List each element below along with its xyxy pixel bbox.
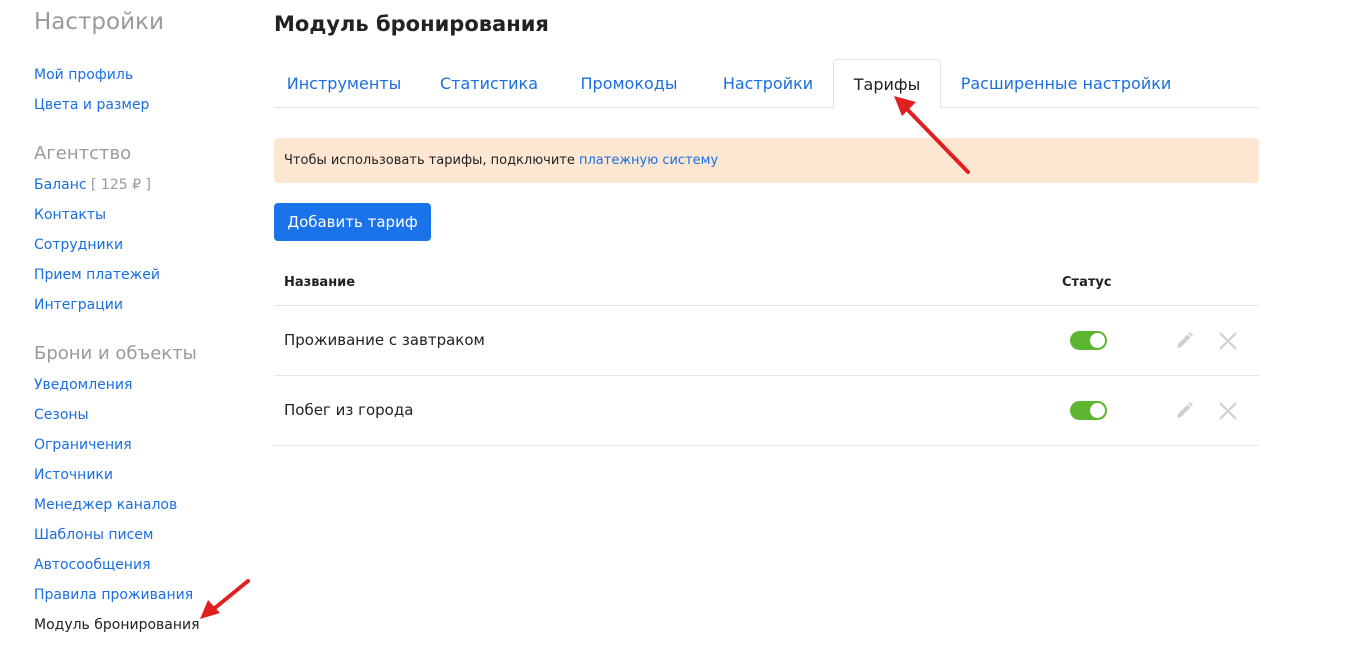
sidebar-item-sources[interactable]: Источники <box>34 465 113 485</box>
status-toggle[interactable] <box>1070 401 1107 420</box>
column-header-status: Статус <box>1062 275 1112 290</box>
payment-notice: Чтобы использовать тарифы, подключите пл… <box>274 138 1259 183</box>
toggle-knob <box>1090 403 1105 418</box>
tab-tariffs[interactable]: Тарифы <box>833 59 941 109</box>
sidebar-item-channel-manager[interactable]: Менеджер каналов <box>34 495 177 515</box>
payment-system-link[interactable]: платежную систему <box>579 153 718 168</box>
sidebar-item-integrations[interactable]: Интеграции <box>34 295 123 315</box>
sidebar-item-balance[interactable]: Баланс [ 125 ₽ ] <box>34 175 151 195</box>
annotation-arrow-icon <box>200 579 250 619</box>
sidebar-item-booking-module[interactable]: Модуль бронирования <box>34 615 200 635</box>
tab-tools[interactable]: Инструменты <box>274 59 414 108</box>
toggle-knob <box>1090 333 1105 348</box>
sidebar-item-auto-messages[interactable]: Автосообщения <box>34 555 150 575</box>
sidebar-item-house-rules[interactable]: Правила проживания <box>34 585 193 605</box>
sidebar-item-restrictions[interactable]: Ограничения <box>34 435 132 455</box>
pencil-icon[interactable] <box>1174 401 1194 421</box>
sidebar-item-email-templates[interactable]: Шаблоны писем <box>34 525 153 545</box>
tariff-name: Проживание с завтраком <box>284 331 485 349</box>
sidebar-item-employees[interactable]: Сотрудники <box>34 235 123 255</box>
settings-page: Настройки Мой профиль Цвета и размер Аге… <box>0 0 1355 656</box>
table-row: Проживание с завтраком <box>274 306 1259 376</box>
sidebar-title: Настройки <box>34 9 164 35</box>
table-row: Побег из города <box>274 376 1259 446</box>
section-title-bookings: Брони и объекты <box>34 343 197 364</box>
sidebar-item-notifications[interactable]: Уведомления <box>34 375 132 395</box>
sidebar-item-seasons[interactable]: Сезоны <box>34 405 89 425</box>
status-toggle[interactable] <box>1070 331 1107 350</box>
section-title-agency: Агентство <box>34 143 132 164</box>
page-title: Модуль бронирования <box>274 12 549 36</box>
balance-value: [ 125 ₽ ] <box>91 177 151 193</box>
table-header: Название Статус <box>274 263 1259 306</box>
tab-promocodes[interactable]: Промокоды <box>564 59 694 108</box>
tab-statistics[interactable]: Статистика <box>424 59 554 108</box>
sidebar-item-contacts[interactable]: Контакты <box>34 205 106 225</box>
pencil-icon[interactable] <box>1174 331 1194 351</box>
sidebar-item-colors-size[interactable]: Цвета и размер <box>34 95 149 115</box>
tab-settings[interactable]: Настройки <box>704 59 832 108</box>
sidebar-item-payments[interactable]: Прием платежей <box>34 265 160 285</box>
close-icon[interactable] <box>1218 401 1238 421</box>
add-tariff-button[interactable]: Добавить тариф <box>274 203 431 241</box>
tab-advanced-settings[interactable]: Расширенные настройки <box>950 59 1182 108</box>
close-icon[interactable] <box>1218 331 1238 351</box>
balance-label: Баланс <box>34 177 87 193</box>
notice-text: Чтобы использовать тарифы, подключите <box>284 153 579 168</box>
sidebar-item-my-profile[interactable]: Мой профиль <box>34 65 133 85</box>
tariffs-table: Название Статус Проживание с завтраком П… <box>274 263 1259 446</box>
tariff-name: Побег из города <box>284 401 414 419</box>
tab-bar: Инструменты Статистика Промокоды Настрой… <box>274 59 1259 109</box>
column-header-name: Название <box>284 275 356 290</box>
